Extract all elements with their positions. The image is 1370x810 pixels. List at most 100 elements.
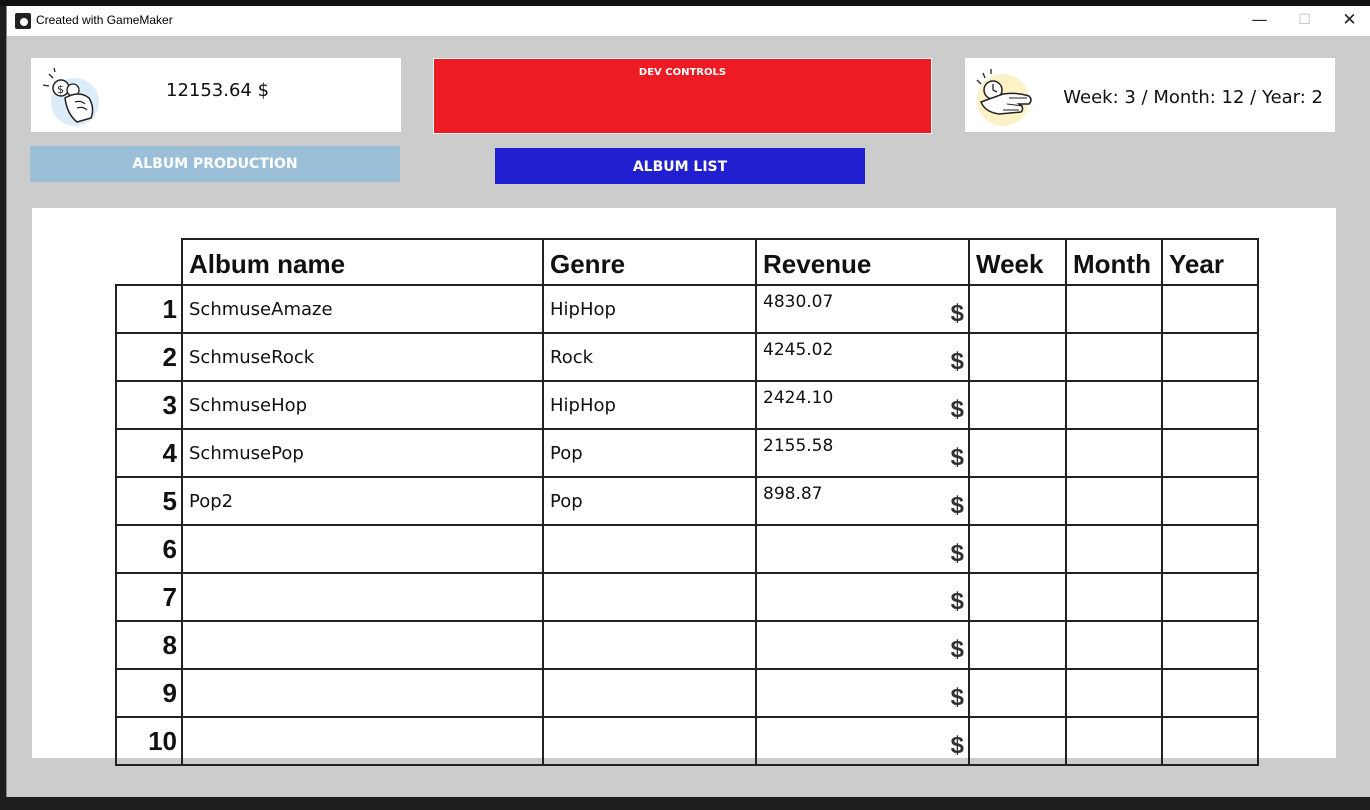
svg-text:$: $ [57, 83, 64, 96]
table-row[interactable]: 2 SchmuseRock Rock 4245.02 $ [115, 332, 1259, 382]
revenue-cell: 4245.02 $ [755, 332, 970, 382]
revenue-value: 898.87 [763, 484, 823, 504]
month-cell [1065, 332, 1163, 382]
header-week: Week [968, 238, 1067, 286]
dev-controls-label: DEV CONTROLS [638, 67, 727, 78]
dollar-sign: $ [950, 588, 964, 615]
genre-cell: HipHop [542, 284, 757, 334]
dollar-sign: $ [950, 540, 964, 567]
month-cell [1065, 620, 1163, 670]
table-row[interactable]: 8 $ [115, 620, 1259, 670]
dollar-sign: $ [950, 636, 964, 663]
album-name-cell [181, 716, 544, 766]
table-row[interactable]: 3 SchmuseHop HipHop 2424.10 $ [115, 380, 1259, 430]
week-cell [968, 332, 1067, 382]
row-number: 10 [115, 716, 183, 766]
table-header-row: Album name Genre Revenue Week Month Year [116, 238, 1259, 286]
year-cell [1161, 572, 1259, 622]
month-cell [1065, 716, 1163, 766]
year-cell [1161, 332, 1259, 382]
album-name-cell [181, 524, 544, 574]
genre-cell: HipHop [542, 380, 757, 430]
window-title: Created with GameMaker [36, 13, 173, 27]
row-number: 6 [115, 524, 183, 574]
album-name-cell [181, 572, 544, 622]
row-number: 4 [115, 428, 183, 478]
date-panel: Week: 3 / Month: 12 / Year: 2 [965, 58, 1335, 132]
dollar-sign: $ [950, 348, 964, 375]
money-panel: $ 12153.64 $ [31, 58, 401, 132]
gamemaker-icon [15, 13, 31, 29]
week-cell [968, 572, 1067, 622]
genre-cell [542, 572, 757, 622]
genre-cell [542, 668, 757, 718]
genre-cell [542, 524, 757, 574]
album-name-cell: Pop2 [181, 476, 544, 526]
header-genre: Genre [542, 238, 757, 286]
dollar-sign: $ [950, 732, 964, 759]
album-production-button[interactable]: ALBUM PRODUCTION [30, 146, 400, 182]
game-window: Created with GameMaker — ☐ ✕ $ 12153.64 … [6, 6, 1370, 797]
header-year: Year [1161, 238, 1259, 286]
week-cell [968, 620, 1067, 670]
week-cell [968, 524, 1067, 574]
album-name-cell: SchmuseRock [181, 332, 544, 382]
album-list-button[interactable]: ALBUM LIST [495, 148, 865, 184]
table-row[interactable]: 4 SchmusePop Pop 2155.58 $ [115, 428, 1259, 478]
table-row[interactable]: 10 $ [115, 716, 1259, 766]
month-cell [1065, 284, 1163, 334]
header-album-name: Album name [181, 238, 544, 286]
revenue-cell: 2155.58 $ [755, 428, 970, 478]
title-bar[interactable]: Created with GameMaker — ☐ ✕ [7, 6, 1370, 36]
genre-cell: Pop [542, 476, 757, 526]
month-cell [1065, 524, 1163, 574]
dollar-sign: $ [950, 492, 964, 519]
revenue-cell: $ [755, 524, 970, 574]
hand-holding-coin-icon: $ [42, 68, 99, 126]
week-cell [968, 716, 1067, 766]
revenue-cell: 4830.07 $ [755, 284, 970, 334]
close-button[interactable]: ✕ [1327, 6, 1370, 36]
maximize-button[interactable]: ☐ [1282, 6, 1327, 36]
header-blank [116, 239, 182, 286]
table-row[interactable]: 6 $ [115, 524, 1259, 574]
week-cell [968, 476, 1067, 526]
album-name-cell [181, 620, 544, 670]
revenue-cell: 898.87 $ [755, 476, 970, 526]
genre-cell: Pop [542, 428, 757, 478]
album-name-cell: SchmusePop [181, 428, 544, 478]
year-cell [1161, 428, 1259, 478]
table-row[interactable]: 7 $ [115, 572, 1259, 622]
album-name-cell [181, 668, 544, 718]
revenue-cell: $ [755, 668, 970, 718]
album-list-panel: Album name Genre Revenue Week Month Year… [32, 208, 1336, 766]
album-table: Album name Genre Revenue Week Month Year… [115, 238, 1259, 766]
table-row[interactable]: 1 SchmuseAmaze HipHop 4830.07 $ [115, 284, 1259, 334]
year-cell [1161, 476, 1259, 526]
row-number: 9 [115, 668, 183, 718]
date-display: Week: 3 / Month: 12 / Year: 2 [1063, 87, 1323, 108]
year-cell [1161, 668, 1259, 718]
year-cell [1161, 380, 1259, 430]
money-amount: 12153.64 $ [166, 80, 270, 101]
dollar-sign: $ [950, 300, 964, 327]
table-row[interactable]: 9 $ [115, 668, 1259, 718]
dev-controls-panel[interactable]: DEV CONTROLS [433, 58, 932, 134]
dollar-sign: $ [950, 396, 964, 423]
row-number: 7 [115, 572, 183, 622]
revenue-cell: $ [755, 716, 970, 766]
table-row[interactable]: 5 Pop2 Pop 898.87 $ [115, 476, 1259, 526]
week-cell [968, 380, 1067, 430]
year-cell [1161, 524, 1259, 574]
row-number: 8 [115, 620, 183, 670]
row-number: 1 [115, 284, 183, 334]
album-name-cell: SchmuseHop [181, 380, 544, 430]
month-cell [1065, 476, 1163, 526]
genre-cell [542, 620, 757, 670]
revenue-value: 2424.10 [763, 388, 834, 408]
minimize-button[interactable]: — [1237, 6, 1282, 36]
month-cell [1065, 572, 1163, 622]
revenue-cell: $ [755, 620, 970, 670]
revenue-value: 4830.07 [763, 292, 834, 312]
month-cell [1065, 380, 1163, 430]
